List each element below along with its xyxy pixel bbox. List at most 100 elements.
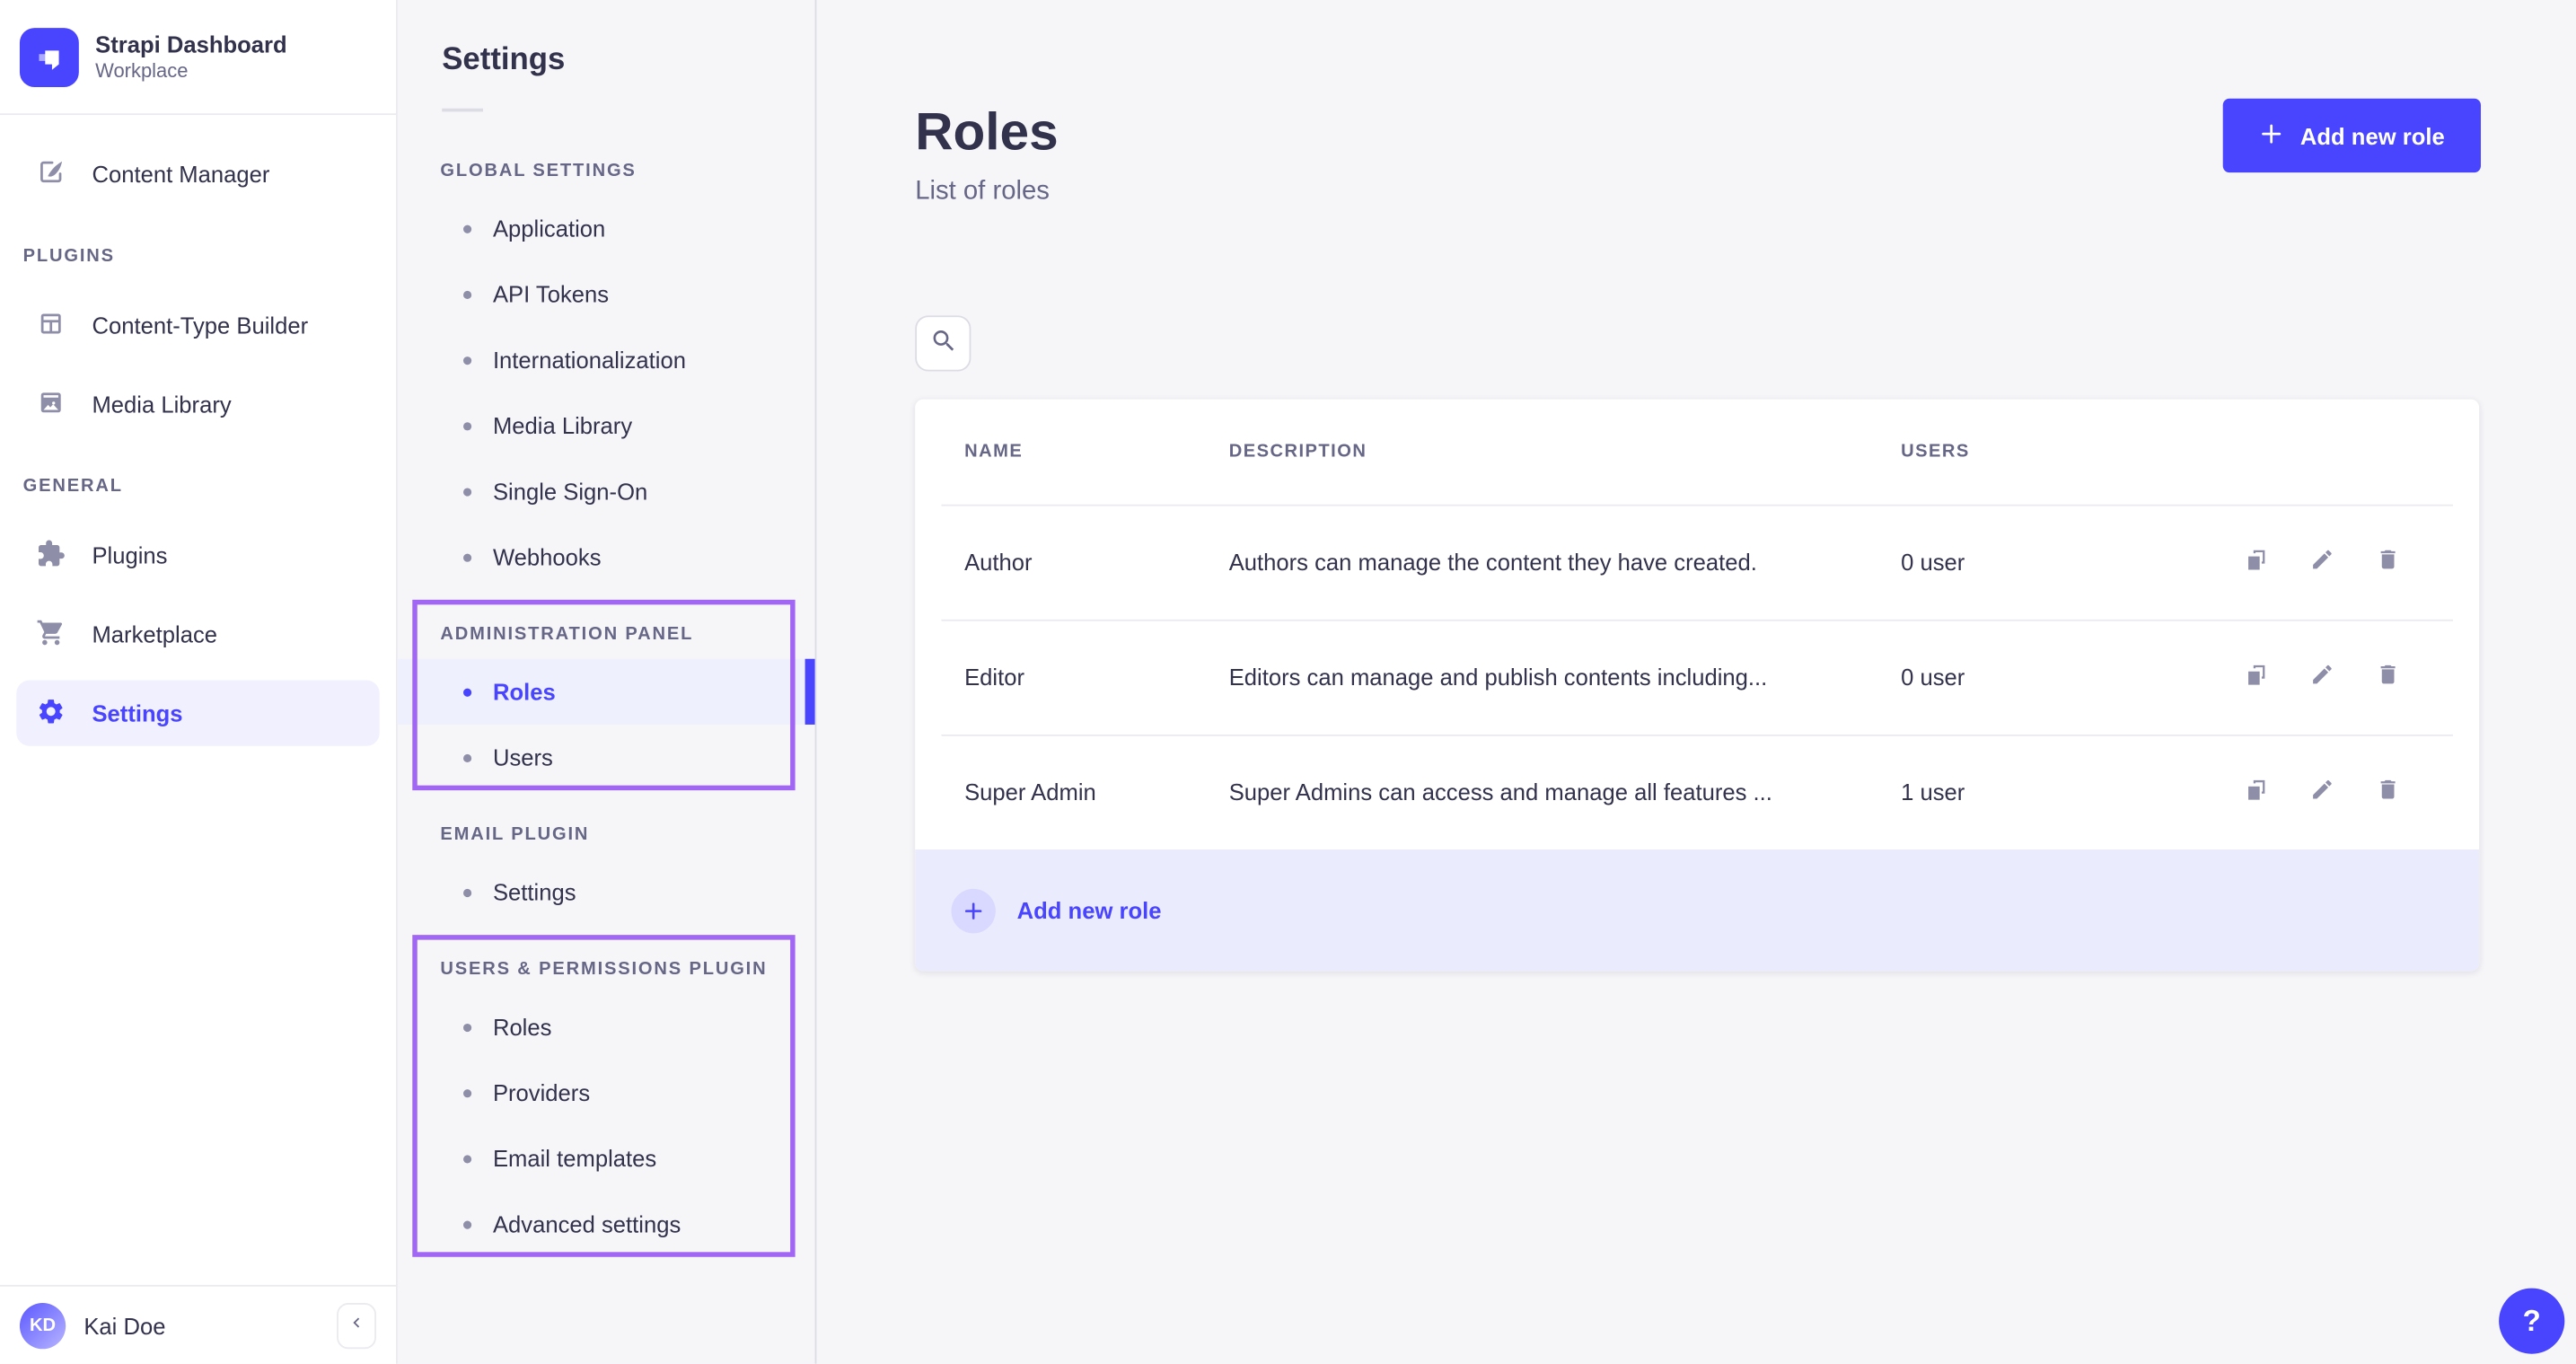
subnav-item-api-tokens[interactable]: API Tokens [398, 261, 815, 327]
brand-title: Strapi Dashboard [95, 31, 287, 58]
chevron-left-icon [347, 1313, 366, 1337]
add-new-role-footer-label: Add new role [1017, 897, 1162, 923]
subnav-item-label: Email templates [493, 1145, 656, 1171]
sidebar-item-settings[interactable]: Settings [16, 681, 379, 746]
subnav-section-global-settings: GLOBAL SETTINGS Application API Tokens I… [398, 111, 815, 589]
collapse-sidebar-button[interactable] [337, 1302, 376, 1348]
subnav-item-roles[interactable]: Roles [398, 659, 815, 725]
edit-icon [2310, 777, 2334, 806]
sidebar-item-content-type-builder[interactable]: Content-Type Builder [16, 293, 379, 358]
subnav-section-label: GLOBAL SETTINGS [440, 161, 814, 180]
sidebar-nav: Content Manager PLUGINS Content-Type Bui… [0, 141, 396, 745]
subnav-section-label: USERS & PERMISSIONS PLUGIN [440, 960, 814, 980]
bullet-icon [463, 224, 471, 233]
sidebar-item-label: Media Library [92, 391, 231, 417]
table-row[interactable]: Editor Editors can manage and publish co… [915, 620, 2479, 735]
subnav-item-providers[interactable]: Providers [398, 1060, 815, 1125]
table-row[interactable]: Author Authors can manage the content th… [915, 505, 2479, 620]
duplicate-icon [2245, 662, 2269, 691]
main-content: Roles List of roles Add new role NAME DE… [816, 0, 2576, 1364]
sidebar-item-label: Settings [92, 700, 182, 726]
subnav-item-label: API Tokens [493, 281, 609, 307]
picture-icon [36, 387, 66, 421]
layout-grid-icon [36, 308, 66, 342]
delete-button[interactable] [2376, 664, 2400, 689]
edit-button[interactable] [2310, 550, 2334, 574]
search-button[interactable] [915, 315, 971, 371]
role-name: Author [964, 549, 1229, 575]
search-icon [929, 327, 957, 360]
table-add-new-role[interactable]: Add new role [915, 849, 2479, 971]
role-name: Editor [964, 664, 1229, 690]
sidebar-item-plugins[interactable]: Plugins [16, 523, 379, 588]
subnav-item-label: Providers [493, 1079, 590, 1105]
edit-button[interactable] [2310, 664, 2334, 689]
sidebar-section-general: GENERAL [23, 477, 374, 497]
subnav-title: Settings [442, 43, 814, 79]
subnav-item-email-settings[interactable]: Settings [398, 859, 815, 925]
sidebar-item-label: Marketplace [92, 621, 217, 647]
plus-circle-icon [951, 888, 995, 932]
gear-icon [36, 696, 66, 730]
subnav-item-label: Roles [493, 1014, 552, 1040]
page-title: Roles [915, 101, 1058, 163]
subnav-item-label: Advanced settings [493, 1211, 681, 1237]
delete-button[interactable] [2376, 550, 2400, 574]
trash-icon [2376, 547, 2400, 576]
page-subtitle: List of roles [915, 178, 1050, 207]
subnav-item-up-roles[interactable]: Roles [398, 994, 815, 1060]
subnav-item-label: Application [493, 216, 605, 242]
bullet-icon [463, 753, 471, 761]
roles-table: NAME DESCRIPTION USERS Author Authors ca… [915, 400, 2479, 972]
bullet-icon [463, 888, 471, 896]
column-header-name: NAME [964, 442, 1229, 462]
bullet-icon [463, 1023, 471, 1031]
duplicate-button[interactable] [2245, 550, 2269, 574]
sidebar-section-plugins: PLUGINS [23, 246, 374, 266]
edit-button[interactable] [2310, 779, 2334, 804]
brand: Strapi Dashboard Workplace [0, 0, 396, 115]
sidebar-item-media-library[interactable]: Media Library [16, 372, 379, 437]
subnav-item-webhooks[interactable]: Webhooks [398, 524, 815, 590]
subnav-item-single-sign-on[interactable]: Single Sign-On [398, 459, 815, 524]
subnav-item-label: Users [493, 744, 553, 770]
subnav-item-label: Single Sign-On [493, 478, 647, 504]
subnav-item-media-library[interactable]: Media Library [398, 392, 815, 458]
subnav-section-email-plugin: EMAIL PLUGIN Settings [398, 790, 815, 925]
role-users-count: 0 user [1901, 549, 2244, 575]
column-header-description: DESCRIPTION [1229, 442, 1901, 462]
subnav-item-label: Webhooks [493, 544, 602, 570]
subnav-section-label: ADMINISTRATION PANEL [440, 624, 814, 644]
sidebar-item-label: Plugins [92, 542, 167, 568]
role-description: Authors can manage the content they have… [1229, 549, 1901, 575]
sidebar-item-label: Content-Type Builder [92, 312, 308, 339]
add-new-role-button[interactable]: Add new role [2223, 99, 2481, 172]
bullet-icon [463, 1154, 471, 1162]
role-description: Super Admins can access and manage all f… [1229, 779, 1901, 805]
sidebar-item-content-manager[interactable]: Content Manager [16, 141, 379, 207]
subnav-item-label: Media Library [493, 412, 632, 438]
duplicate-button[interactable] [2245, 779, 2269, 804]
subnav-item-application[interactable]: Application [398, 196, 815, 261]
role-name: Super Admin [964, 779, 1229, 805]
brand-subtitle: Workplace [95, 58, 287, 83]
subnav-item-label: Roles [493, 679, 556, 705]
column-header-users: USERS [1901, 442, 2479, 462]
bullet-icon [463, 688, 471, 696]
settings-subnav: Settings GLOBAL SETTINGS Application API… [398, 0, 817, 1364]
sidebar-item-marketplace[interactable]: Marketplace [16, 602, 379, 667]
subnav-item-email-templates[interactable]: Email templates [398, 1125, 815, 1191]
subnav-item-users[interactable]: Users [398, 725, 815, 790]
subnav-item-internationalization[interactable]: Internationalization [398, 327, 815, 392]
help-button[interactable]: ? [2499, 1289, 2564, 1354]
table-row[interactable]: Super Admin Super Admins can access and … [915, 735, 2479, 849]
bullet-icon [463, 1220, 471, 1228]
subnav-item-advanced-settings[interactable]: Advanced settings [398, 1192, 815, 1257]
subnav-section-users-permissions-plugin: USERS & PERMISSIONS PLUGIN Roles Provide… [398, 925, 815, 1257]
bullet-icon [463, 553, 471, 561]
duplicate-button[interactable] [2245, 664, 2269, 689]
main-sidebar: Strapi Dashboard Workplace Content Manag… [0, 0, 398, 1364]
edit-icon [2310, 547, 2334, 576]
delete-button[interactable] [2376, 779, 2400, 804]
strapi-logo-icon [20, 27, 79, 86]
